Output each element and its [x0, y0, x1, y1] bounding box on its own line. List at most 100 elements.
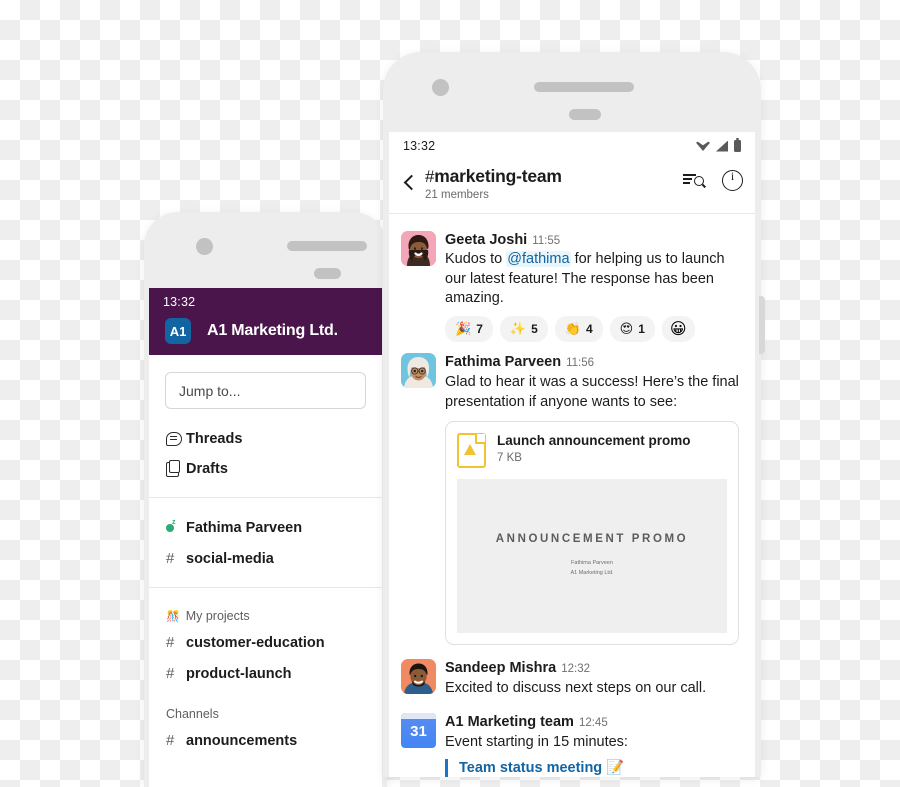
sidebar-header: 13:32 A1 A1 Marketing Ltd.	[149, 288, 382, 355]
sidebar-item-product-launch[interactable]: # product-launch	[149, 658, 382, 689]
wifi-icon	[696, 141, 710, 151]
jump-to-search-input[interactable]: Jump to...	[165, 372, 366, 409]
message-calendar-bot: 31 A1 Marketing team 12:45 Event starting…	[389, 700, 755, 777]
sidebar-item-label: social-media	[186, 550, 274, 567]
reaction-count: 5	[531, 322, 538, 337]
earpiece-speaker	[287, 241, 367, 251]
party-popper-emoji-icon: 🎉	[455, 321, 472, 337]
sidebar-item-fathima-parveen[interactable]: Fathima Parveen	[149, 513, 382, 543]
preview-byline: Fathima Parveen A1 Marketing Ltd.	[570, 558, 613, 579]
sidebar-item-announcements[interactable]: # announcements	[149, 725, 382, 756]
avatar-fathima-parveen[interactable]	[401, 353, 436, 389]
mention-link[interactable]: @fathima	[506, 251, 571, 268]
reaction-chip[interactable]: 🎉 7	[445, 316, 493, 343]
party-emoji-icon: 🎊	[166, 610, 180, 623]
workspace-name: A1 Marketing Ltd.	[207, 322, 338, 339]
google-calendar-icon[interactable]: 31	[401, 713, 436, 749]
message-fathima-parveen: Fathima Parveen 11:56 Glad to hear it was…	[389, 346, 755, 647]
sparkles-emoji-icon: ✨	[509, 321, 527, 337]
message-time: 11:55	[532, 234, 561, 247]
reaction-chip[interactable]: ✨ 5	[499, 316, 548, 343]
proximity-sensor	[569, 109, 601, 120]
sidebar-item-label: Fathima Parveen	[186, 520, 303, 536]
hash-icon: #	[166, 732, 175, 749]
message-list: Geeta Joshi 11:55 Kudos to @fathima for h…	[389, 214, 755, 777]
message-author: A1 Marketing team	[445, 714, 574, 731]
sidebar-item-label: announcements	[186, 732, 298, 749]
channel-title-group[interactable]: #marketing-team 21 members	[425, 164, 683, 201]
add-reaction-button[interactable]: 😀	[661, 316, 695, 343]
hash-icon: #	[425, 167, 435, 186]
sidebar-section-header-my-projects[interactable]: 🎊 My projects	[149, 603, 382, 627]
hash-icon: #	[166, 665, 175, 682]
sidebar-section-header-channels[interactable]: Channels	[149, 701, 382, 725]
sidebar-item-social-media[interactable]: # social-media	[149, 543, 382, 574]
sidebar-section-title: My projects	[185, 609, 250, 623]
channel-search-icon[interactable]	[683, 172, 704, 189]
sidebar-item-label: customer-education	[186, 634, 325, 651]
status-time: 13:32	[163, 295, 196, 309]
sidebar-my-projects-section: 🎊 My projects # customer-education # pro…	[149, 588, 382, 693]
preview-author: Fathima Parveen	[571, 559, 613, 566]
sidebar-item-label: Drafts	[186, 461, 228, 477]
attachment-size: 7 KB	[497, 452, 522, 465]
sidebar-section-title: Channels	[166, 707, 219, 721]
file-attachment-card[interactable]: Launch announcement promo 7 KB ANNOUNCEM…	[445, 420, 739, 645]
attachment-preview[interactable]: ANNOUNCEMENT PROMO Fathima Parveen A1 Ma…	[457, 478, 727, 633]
message-time: 12:45	[578, 717, 608, 730]
front-camera-icon	[432, 79, 449, 96]
attachment-title: Launch announcement promo	[497, 432, 691, 448]
message-text-before: Kudos to	[445, 251, 507, 268]
hash-icon: #	[166, 550, 175, 567]
channel-member-count: 21 members	[425, 188, 489, 201]
channel-name-text: marketing-team	[434, 166, 562, 186]
front-camera-icon	[196, 238, 213, 255]
reaction-count: 1	[638, 322, 645, 337]
battery-icon	[734, 138, 741, 152]
message-author: Sandeep Mishra	[445, 659, 557, 676]
chevron-left-icon	[403, 174, 420, 190]
calendar-day-number: 31	[410, 723, 427, 741]
avatar-sandeep-mishra[interactable]	[401, 658, 436, 694]
proximity-sensor	[314, 268, 341, 279]
hash-icon: #	[166, 634, 175, 651]
sidebar-item-label: Threads	[186, 431, 243, 447]
reaction-chip[interactable]: 👏 4	[554, 316, 603, 343]
info-icon[interactable]	[722, 169, 743, 191]
sidebar-item-threads[interactable]: Threads	[149, 424, 382, 454]
sidebar-dm-section: Fathima Parveen # social-media	[149, 498, 382, 588]
message-time: 12:32	[561, 662, 590, 675]
workspace-badge[interactable]: A1	[165, 318, 191, 344]
message-text: Event starting in 15 minutes:	[445, 733, 628, 750]
channel-name: #marketing-team	[425, 166, 683, 187]
reaction-count: 7	[476, 322, 483, 337]
event-title-text: Team status meeting	[459, 760, 603, 777]
left-phone-device: 13:32 A1 A1 Marketing Ltd. Jump to... Th…	[144, 212, 387, 787]
left-status-bar: 13:32	[149, 288, 382, 316]
message-text: Kudos to @fathima for helping us to laun…	[445, 250, 741, 308]
right-phone-screen: 13:32 #marketing-team 21 members i Geeta…	[389, 132, 755, 777]
message-text: Glad to hear it was a success! Here’s th…	[445, 374, 739, 410]
threads-icon	[166, 432, 186, 446]
reaction-chip[interactable]: 😍 1	[609, 316, 655, 343]
clap-emoji-icon: 👏	[564, 321, 581, 337]
right-phone-device: 13:32 #marketing-team 21 members i Geeta…	[383, 52, 765, 777]
reaction-bar: 🎉 7 ✨ 5 👏 4 😍 1 😀	[445, 316, 741, 343]
workspace-switcher[interactable]: A1 A1 Marketing Ltd.	[149, 316, 382, 344]
drafts-icon	[166, 459, 186, 477]
message-text: Excited to discuss next steps on our cal…	[445, 679, 707, 696]
left-phone-screen: 13:32 A1 A1 Marketing Ltd. Jump to... Th…	[149, 288, 382, 787]
event-attachment: Team status meeting 📝 Today from 13:00 t…	[445, 759, 741, 777]
sidebar-item-drafts[interactable]: Drafts	[149, 454, 382, 484]
preview-title: ANNOUNCEMENT PROMO	[495, 532, 689, 545]
message-time: 11:56	[566, 357, 594, 370]
message-geeta-joshi: Geeta Joshi 11:55 Kudos to @fathima for h…	[389, 224, 755, 347]
back-button[interactable]	[395, 164, 425, 200]
right-status-bar: 13:32	[389, 132, 755, 160]
message-author: Fathima Parveen	[445, 354, 562, 371]
power-button[interactable]	[759, 296, 765, 354]
sidebar-item-customer-education[interactable]: # customer-education	[149, 627, 382, 658]
event-title-link[interactable]: Team status meeting 📝	[459, 759, 741, 776]
avatar-geeta-joshi[interactable]	[401, 230, 436, 266]
reaction-count: 4	[585, 322, 593, 337]
